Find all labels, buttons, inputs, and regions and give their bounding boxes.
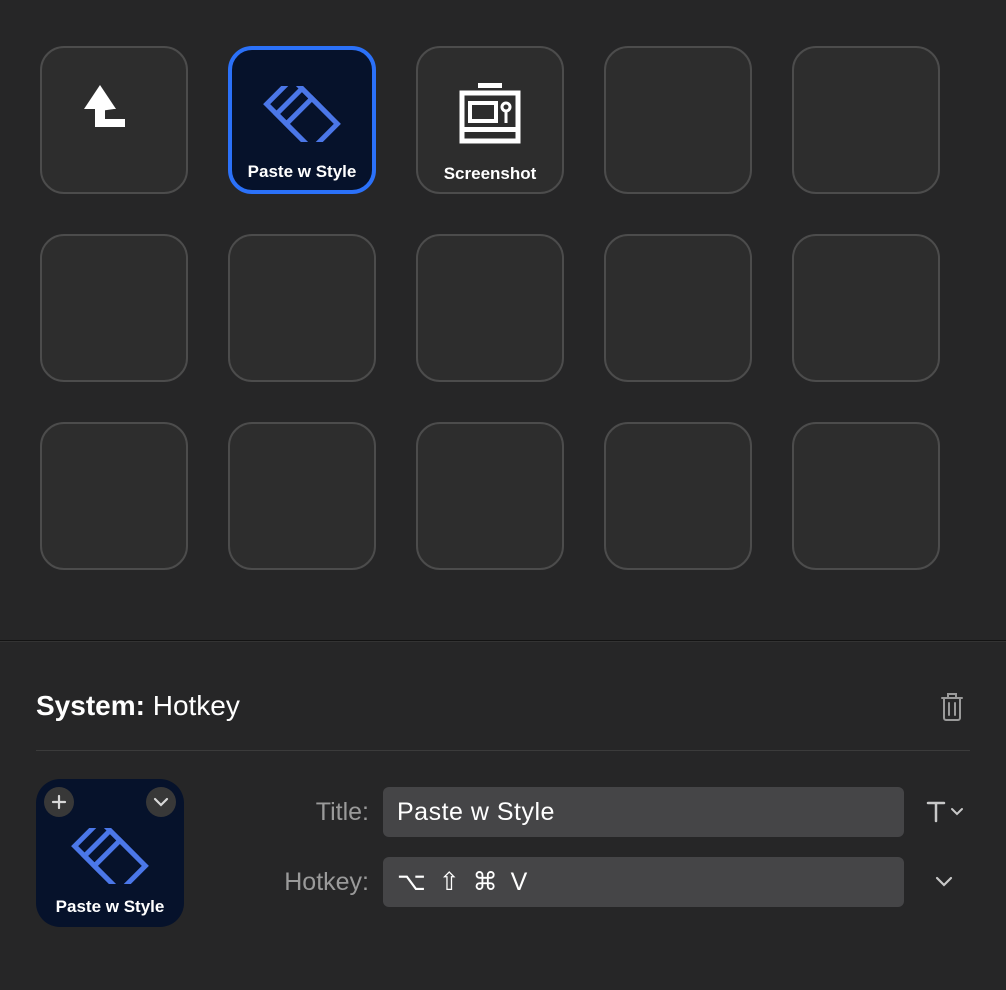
slot-11-empty[interactable] bbox=[228, 422, 376, 570]
preview-menu-button[interactable] bbox=[146, 787, 176, 817]
chevron-down-icon bbox=[950, 807, 964, 817]
delete-button[interactable] bbox=[934, 686, 970, 726]
inspector-title: System: Hotkey bbox=[36, 690, 240, 722]
key-preview[interactable]: Paste w Style bbox=[36, 779, 184, 927]
hotkey-label: Hotkey: bbox=[214, 868, 369, 897]
chevron-down-icon bbox=[153, 797, 169, 807]
title-label: Title: bbox=[214, 798, 369, 827]
slot-3-empty[interactable] bbox=[604, 46, 752, 194]
slot-5-empty[interactable] bbox=[40, 234, 188, 382]
section-prefix: System: bbox=[36, 690, 145, 721]
slot-8-empty[interactable] bbox=[604, 234, 752, 382]
slot-12-empty[interactable] bbox=[416, 422, 564, 570]
inspector-form: Title: Hotkey: ⌥ ⇧ ⌘ V bbox=[214, 779, 970, 907]
paste-style-icon bbox=[232, 74, 372, 154]
title-format-button[interactable] bbox=[918, 799, 970, 825]
hotkey-field[interactable]: ⌥ ⇧ ⌘ V bbox=[383, 857, 904, 907]
trash-icon bbox=[938, 690, 966, 722]
hotkey-menu-button[interactable] bbox=[918, 876, 970, 888]
button-grid: Paste w Style Screenshot bbox=[40, 46, 966, 570]
add-image-button[interactable] bbox=[44, 787, 74, 817]
slot-0-back[interactable] bbox=[40, 46, 188, 194]
slot-10-empty[interactable] bbox=[40, 422, 188, 570]
slot-label: Paste w Style bbox=[232, 163, 372, 180]
slot-6-empty[interactable] bbox=[228, 234, 376, 382]
paste-style-icon bbox=[67, 828, 153, 884]
preview-label: Paste w Style bbox=[36, 897, 184, 917]
slot-1-paste-w-style[interactable]: Paste w Style bbox=[228, 46, 376, 194]
section-name: Hotkey bbox=[153, 690, 240, 721]
title-input[interactable] bbox=[383, 787, 904, 837]
hotkey-value: ⌥ ⇧ ⌘ V bbox=[397, 867, 530, 897]
text-format-icon bbox=[924, 799, 948, 825]
back-up-arrow-icon bbox=[42, 74, 186, 154]
hotkey-row: Hotkey: ⌥ ⇧ ⌘ V bbox=[214, 857, 970, 907]
inspector-header: System: Hotkey bbox=[36, 686, 970, 751]
slot-7-empty[interactable] bbox=[416, 234, 564, 382]
inspector-body: Paste w Style Title: Hotkey: ⌥ ⇧ ⌘ bbox=[36, 751, 970, 927]
slot-4-empty[interactable] bbox=[792, 46, 940, 194]
slot-14-empty[interactable] bbox=[792, 422, 940, 570]
slot-9-empty[interactable] bbox=[792, 234, 940, 382]
inspector-panel: System: Hotkey bbox=[0, 642, 1006, 927]
slot-2-screenshot[interactable]: Screenshot bbox=[416, 46, 564, 194]
button-grid-area: Paste w Style Screenshot bbox=[0, 0, 1006, 640]
slot-13-empty[interactable] bbox=[604, 422, 752, 570]
slot-label: Screenshot bbox=[418, 165, 562, 182]
plus-icon bbox=[51, 794, 67, 810]
chevron-down-icon bbox=[935, 876, 953, 888]
screenshot-icon bbox=[418, 74, 562, 154]
title-row: Title: bbox=[214, 787, 970, 837]
